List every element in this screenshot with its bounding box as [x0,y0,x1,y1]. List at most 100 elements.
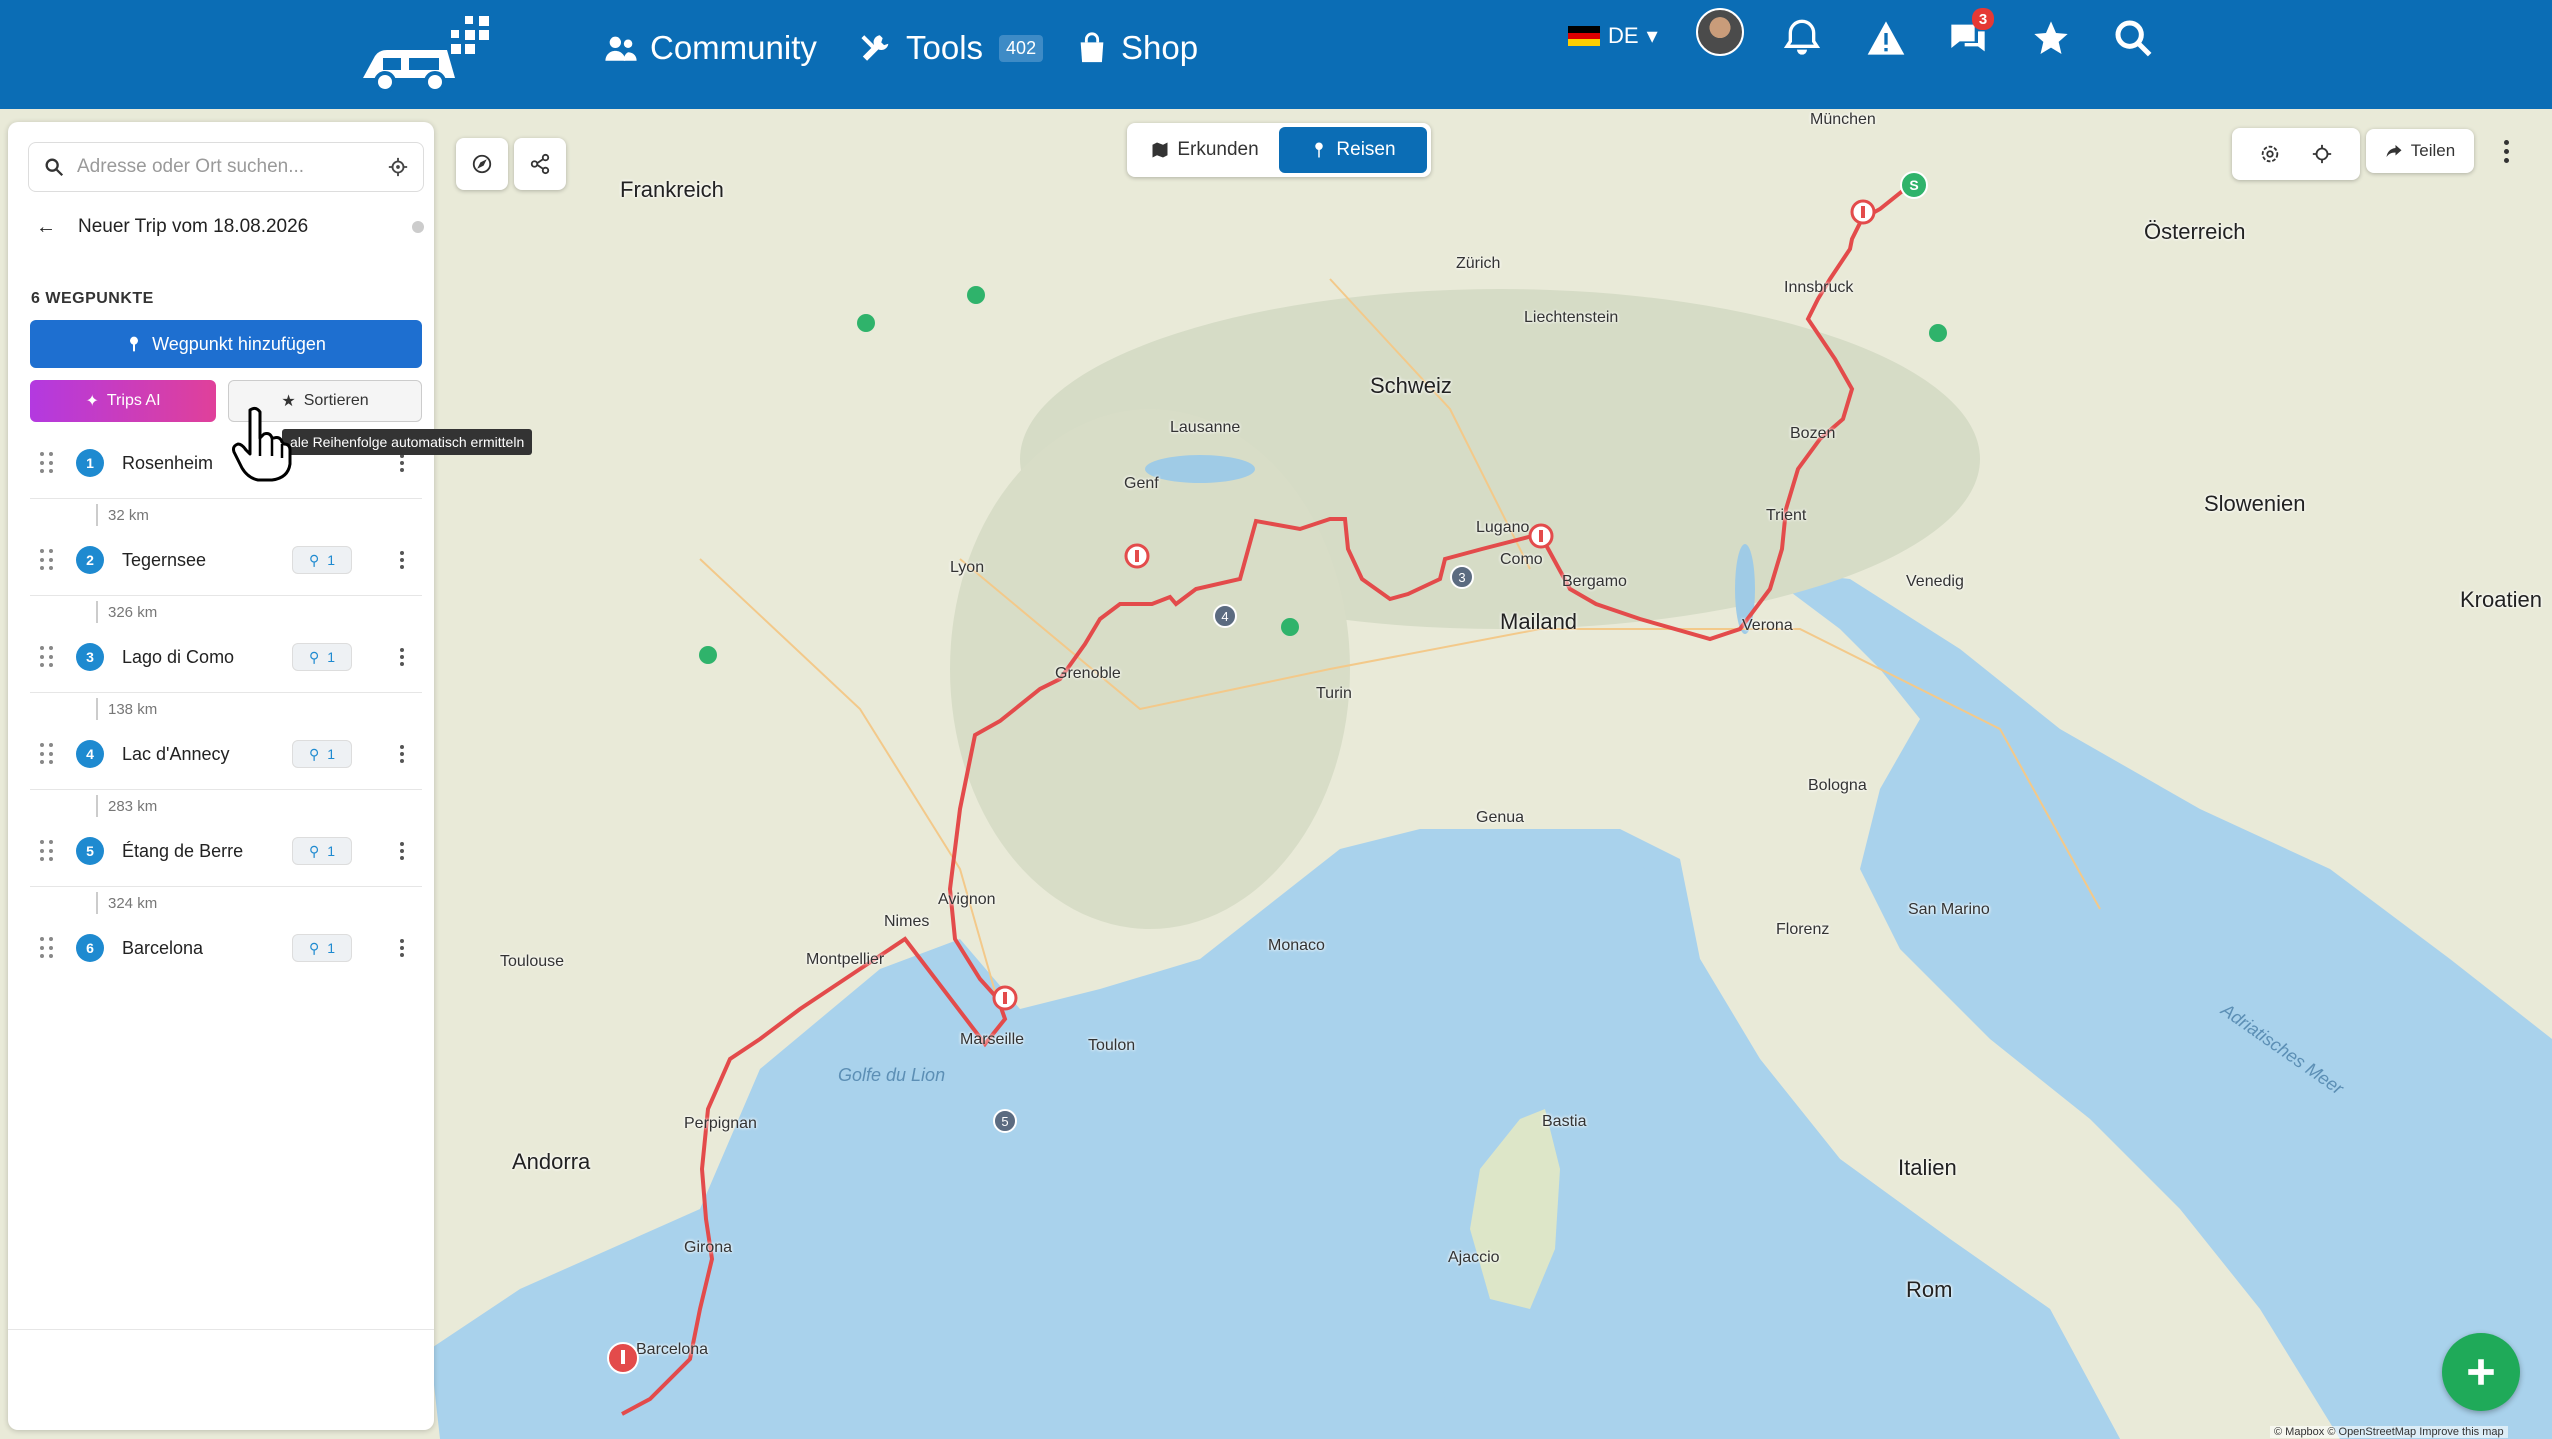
german-flag-icon [1568,26,1600,47]
start-marker[interactable]: S [1900,171,1928,199]
waypoint-pin-count[interactable]: ⚲ 1 [292,546,352,574]
share-route-button[interactable] [514,138,566,190]
tools-icon [861,35,889,61]
distance-label: 326 km [96,601,157,623]
waypoint-name: Barcelona [122,937,204,958]
waypoint-marker-5[interactable]: 5 [993,1109,1017,1133]
nav-community[interactable]: Community [604,18,817,78]
waypoint-name: Étang de Berre [122,840,244,861]
waypoint-name: Rosenheim [122,452,214,473]
poi-marker-icon[interactable] [1850,199,1876,225]
label-city-muenchen: München [1810,111,1876,128]
trips-ai-button[interactable]: ✦ Trips AI [30,380,216,422]
add-waypoint-button[interactable]: Wegpunkt hinzufügen [30,320,422,368]
user-avatar[interactable] [1696,8,1744,56]
search-button[interactable] [2105,10,2161,66]
waypoint-number: 1 [76,449,104,477]
notifications-button[interactable] [1774,10,1830,66]
waypoint-row-3[interactable]: 3 Lago di Como ⚲ 1 [30,632,422,682]
mode-erkunden-button[interactable]: Erkunden [1131,127,1279,173]
label-country-kroatien: Kroatien [2460,587,2542,612]
waypoint-row-2[interactable]: 2 Tegernsee ⚲ 1 [30,535,422,585]
label-country-slowenien: Slowenien [2204,491,2306,516]
drag-handle-icon[interactable] [40,646,54,668]
waypoint-menu-icon[interactable] [392,837,412,865]
drag-handle-icon[interactable] [40,743,54,765]
nav-tools[interactable]: Tools 402 [860,18,1044,78]
waypoint-row-5[interactable]: 5 Étang de Berre ⚲ 1 [30,826,422,876]
map-mode-toggle: Erkunden Reisen [1127,123,1431,177]
status-dot [412,221,424,233]
language-selector[interactable]: DE ▾ [1568,16,1658,56]
messages-button[interactable]: 3 [1940,8,1996,66]
drag-handle-icon[interactable] [40,840,54,862]
label-city-perpignan: Perpignan [684,1115,757,1132]
add-fab-button[interactable] [2442,1333,2520,1411]
waypoint-count: 6 WEGPUNKTE [31,290,154,307]
label-country-andorra: Andorra [512,1149,591,1174]
waypoint-number: 6 [76,934,104,962]
waypoint-menu-icon[interactable] [392,740,412,768]
divider [30,692,422,693]
label-city-toulon: Toulon [1088,1037,1136,1054]
waypoint-menu-icon[interactable] [392,643,412,671]
trip-sidebar: ← Neuer Trip vom 18.08.2026 6 WEGPUNKTE … [8,122,434,1430]
compass-button[interactable] [456,138,508,190]
label-city-trient: Trient [1766,507,1807,524]
warnings-button[interactable] [1858,10,1914,66]
tools-count-badge: 402 [999,34,1044,62]
label-city-genua: Genua [1476,809,1525,826]
waypoint-name: Tegernsee [122,549,207,570]
mode-reisen-button[interactable]: Reisen [1279,127,1427,173]
waypoint-menu-icon[interactable] [392,546,412,574]
logo-camper-icon[interactable] [355,8,500,100]
park-marker-icon [1281,618,1299,636]
nav-community-label: Community [650,29,817,66]
locate-icon[interactable] [387,156,409,178]
users-icon [605,36,637,61]
address-search [28,142,424,192]
waypoint-pin-count[interactable]: ⚲ 1 [292,934,352,962]
teilen-button[interactable]: Teilen [2366,129,2474,173]
pin-count: 1 [327,940,336,956]
waypoint-row-4[interactable]: 4 Lac d'Annecy ⚲ 1 [30,729,422,779]
waypoint-pin-count[interactable]: ⚲ 1 [292,740,352,768]
drag-handle-icon[interactable] [40,937,54,959]
sort-tooltip: ale Reihenfolge automatisch ermitteln [282,429,533,455]
waypoint-marker-3[interactable]: 3 [1450,565,1474,589]
nav-shop-label: Shop [1121,29,1199,66]
nav-shop[interactable]: Shop [1075,18,1198,78]
label-city-turin: Turin [1316,685,1352,702]
trip-title[interactable]: Neuer Trip vom 18.08.2026 [78,216,308,238]
waypoint-pin-count[interactable]: ⚲ 1 [292,643,352,671]
destination-marker[interactable] [606,1341,640,1375]
map-pin-icon: ⚲ [308,551,320,568]
label-city-girona: Girona [684,1239,733,1256]
label-city-montpellier: Montpellier [806,951,885,968]
poi-marker-icon[interactable] [1124,543,1150,569]
waypoint-menu-icon[interactable] [392,934,412,962]
waypoint-name: Lac d'Annecy [122,743,230,764]
poi-marker-icon[interactable] [1528,523,1554,549]
address-search-input[interactable] [77,156,375,178]
drag-handle-icon[interactable] [40,549,54,571]
waypoint-row-6[interactable]: 6 Barcelona ⚲ 1 [30,923,422,973]
park-marker-icon [857,314,875,332]
map-icon [1152,142,1168,158]
label-city-lugano: Lugano [1476,519,1530,536]
label-country-liechtenstein: Liechtenstein [1524,309,1619,326]
messages-count-badge: 3 [1972,8,1994,30]
locate-icon[interactable] [2311,143,2333,165]
hand-cursor-icon [232,406,292,482]
star-icon [2034,21,2068,54]
back-arrow-icon[interactable]: ← [36,216,56,239]
label-water-golfe-du-lion: Golfe du Lion [838,1065,946,1085]
map-more-menu[interactable] [2496,134,2516,168]
favorites-button[interactable] [2023,10,2079,66]
label-city-barcelona: Barcelona [636,1341,709,1358]
poi-marker-icon[interactable] [992,985,1018,1011]
waypoint-pin-count[interactable]: ⚲ 1 [292,837,352,865]
drag-handle-icon[interactable] [40,452,54,474]
gear-icon[interactable] [2259,143,2281,165]
waypoint-marker-4[interactable]: 4 [1213,604,1237,628]
